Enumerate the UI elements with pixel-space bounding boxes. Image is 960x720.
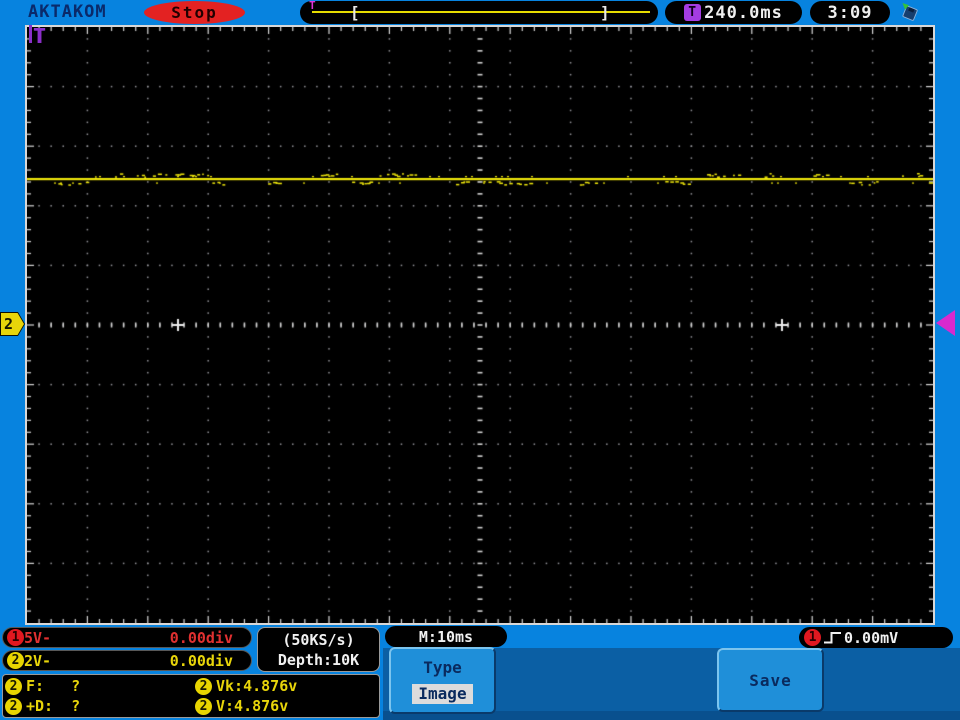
- top-status-bar: AKTAKOM Stop T [ ] T 240.0ms 3:09: [0, 0, 960, 25]
- graticule-waveform-canvas: [27, 27, 933, 623]
- ch2-zero-marker: 2: [0, 312, 25, 336]
- acquisition-info: (50KS/s) Depth:10K: [257, 627, 380, 672]
- run-state-button[interactable]: Stop: [144, 1, 245, 24]
- rising-edge-icon: [823, 630, 842, 645]
- type-button[interactable]: Type Image: [389, 647, 496, 714]
- ch2-zero-marker-label: 2: [1, 313, 24, 335]
- measurement-text: Vk:4.876v: [216, 677, 298, 695]
- trigger-time-position-marker: T: [29, 25, 45, 47]
- trigger-position-bar: T [ ]: [300, 0, 658, 24]
- measurement-text: F: ?: [26, 677, 81, 695]
- ch1-badge: 1: [7, 629, 24, 646]
- ch1-readout: 1 5V- 0.00div: [2, 627, 252, 648]
- measurement-panel: 2 F: ? 2 Vk:4.876v 2 +D: ? 2 V:4.876v: [2, 674, 380, 718]
- trigger-time-display: T 240.0ms: [665, 1, 802, 24]
- memory-depth-label: Depth:10K: [277, 650, 360, 669]
- brand-label: AKTAKOM: [28, 2, 107, 22]
- measure-ch-badge: 2: [5, 697, 22, 715]
- ch2-readout: 2 2V- 0.00div: [2, 650, 252, 671]
- sample-rate-label: (50KS/s): [282, 630, 355, 649]
- waveform-screen: T: [25, 25, 935, 625]
- type-button-label: Type: [423, 658, 462, 677]
- trigger-level-marker: [936, 310, 955, 336]
- measure-ch-badge: 2: [5, 677, 22, 695]
- measurement-freq: 2 F: ?: [5, 676, 195, 696]
- trigger-time-value: 240.0ms: [704, 2, 783, 23]
- type-selected-value[interactable]: Image: [412, 684, 473, 704]
- window-bracket-right: ]: [600, 3, 610, 22]
- trigger-source-badge: 1: [804, 629, 821, 646]
- measurement-v: 2 V:4.876v: [195, 696, 377, 716]
- ch2-offset: 0.00div: [169, 651, 233, 670]
- window-bracket-left: [: [350, 3, 360, 22]
- usb-disk-icon: [899, 2, 920, 26]
- save-button-label: Save: [749, 670, 792, 690]
- measurement-duty: 2 +D: ?: [5, 696, 195, 716]
- measurement-text: V:4.876v: [216, 697, 289, 715]
- measurement-vk: 2 Vk:4.876v: [195, 676, 377, 696]
- ch1-scale: 5V-: [24, 628, 52, 647]
- save-button[interactable]: Save: [717, 648, 824, 712]
- clock-display: 3:09: [810, 1, 890, 24]
- ch2-scale: 2V-: [24, 651, 52, 670]
- ch1-offset: 0.00div: [169, 628, 233, 647]
- trigger-level-value: 0.00mV: [844, 628, 899, 647]
- trigger-level-display: 1 0.00mV: [799, 627, 953, 648]
- timebase-display: M:10ms: [385, 626, 507, 647]
- measure-ch-badge: 2: [195, 677, 212, 695]
- measure-ch-badge: 2: [195, 697, 212, 715]
- bottom-readout-area: 1 5V- 0.00div 2 2V- 0.00div (50KS/s) Dep…: [0, 625, 960, 720]
- measurement-text: +D: ?: [26, 697, 81, 715]
- ch2-badge: 2: [7, 652, 24, 669]
- trigger-t-icon: T: [684, 4, 702, 21]
